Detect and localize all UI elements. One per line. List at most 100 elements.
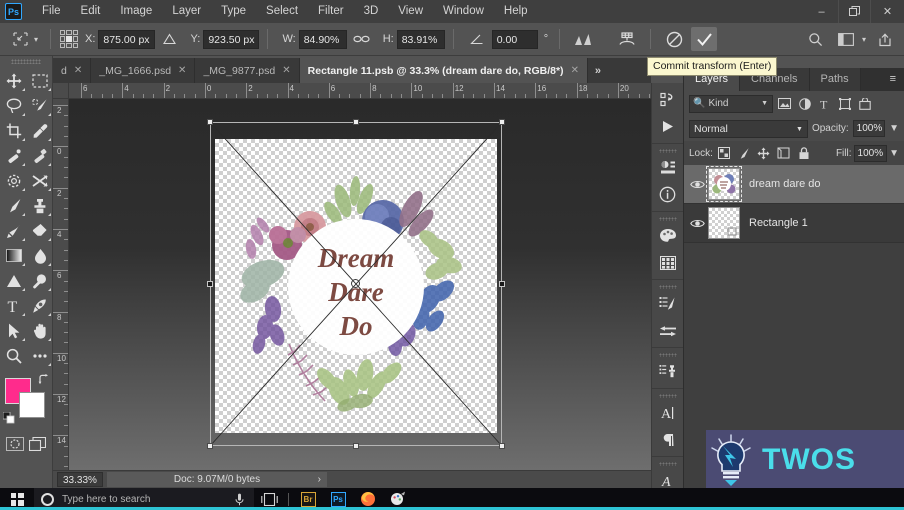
horizontal-ruler[interactable]: 6 4 2 0 2 4 6 8 10 12 14 16 18 20 (69, 83, 651, 99)
filter-shape-layers-icon[interactable] (836, 95, 853, 113)
character-panel-icon[interactable]: A (653, 399, 683, 426)
history-brush-tool[interactable] (1, 218, 27, 243)
x-input[interactable]: 875.00 px (98, 29, 155, 49)
y-input[interactable]: 923.50 px (203, 29, 260, 49)
adjustments-icon[interactable] (653, 154, 683, 181)
menu-type[interactable]: Type (211, 0, 256, 23)
cancel-transform-button[interactable] (661, 27, 687, 51)
switch-warp-button[interactable] (614, 27, 640, 51)
dock-grip[interactable] (658, 217, 677, 221)
tab-overflow-button[interactable]: » (588, 58, 608, 83)
spot-healing-brush-tool[interactable] (1, 143, 27, 168)
menu-select[interactable]: Select (256, 0, 308, 23)
screen-mode-icon[interactable] (26, 434, 48, 454)
blur-tool[interactable] (27, 243, 53, 268)
document-info[interactable]: Doc: 9.07M/0 bytes › (107, 472, 327, 487)
ref-cell[interactable] (66, 42, 72, 48)
close-button[interactable]: ✕ (871, 0, 904, 23)
ref-cell-center[interactable] (66, 36, 72, 42)
filter-kind-select[interactable]: 🔍 Kind ▼ (689, 94, 773, 113)
zoom-level-input[interactable]: 33.33% (57, 472, 103, 487)
dock-grip[interactable] (658, 149, 677, 153)
shuffle-tool[interactable] (27, 168, 53, 193)
paragraph-panel-icon[interactable] (653, 426, 683, 453)
ref-cell[interactable] (60, 42, 66, 48)
brush-presets-icon[interactable] (653, 317, 683, 344)
panel-menu-icon[interactable]: ≡ (886, 68, 900, 91)
chevron-down-icon[interactable]: ▼ (796, 121, 803, 138)
ruler-origin-corner[interactable] (53, 83, 69, 99)
ref-cell[interactable] (60, 36, 66, 42)
path-selection-tool[interactable] (1, 318, 27, 343)
default-colors-icon[interactable] (3, 412, 15, 424)
tab-close-icon[interactable]: ✕ (571, 65, 579, 76)
rectangular-marquee-tool[interactable] (27, 68, 53, 93)
clone-stamp-tool[interactable] (27, 193, 53, 218)
brush-settings-icon[interactable] (653, 290, 683, 317)
active-tool-icon[interactable] (7, 28, 33, 50)
quick-selection-tool[interactable] (27, 93, 53, 118)
swatches-icon[interactable] (653, 249, 683, 276)
swap-colors-icon[interactable] (38, 374, 49, 385)
ref-cell[interactable] (72, 36, 79, 42)
eyedropper-tool[interactable] (27, 118, 53, 143)
opacity-chevron-down-icon[interactable]: ▼ (889, 123, 899, 134)
lock-artboard-nesting-icon[interactable] (775, 144, 793, 162)
maintain-aspect-ratio-button[interactable] (349, 27, 375, 51)
frame-tool[interactable] (1, 168, 27, 193)
quick-mask-icon[interactable] (4, 434, 26, 454)
color-palette-icon[interactable] (653, 222, 683, 249)
document-tab-mg-1666[interactable]: _MG_1666.psd ✕ (91, 58, 196, 83)
filter-smart-object-icon[interactable] (856, 95, 873, 113)
fill-chevron-down-icon[interactable]: ▼ (889, 148, 899, 159)
restore-button[interactable] (838, 0, 871, 23)
document-tab-mg-9877[interactable]: _MG_9877.psd ✕ (195, 58, 300, 83)
menu-3d[interactable]: 3D (354, 0, 389, 23)
filter-adjustment-layers-icon[interactable] (796, 95, 813, 113)
lock-transparent-pixels-icon[interactable] (715, 144, 733, 162)
dodge-tool[interactable] (1, 268, 27, 293)
search-button[interactable] (803, 28, 829, 52)
share-button[interactable] (872, 28, 898, 52)
filter-pixel-layers-icon[interactable] (776, 95, 793, 113)
canvas-area[interactable]: Dream Dare Do (69, 99, 651, 470)
dock-grip[interactable] (658, 353, 677, 357)
workspace-switcher-button[interactable] (833, 28, 859, 52)
info-icon[interactable] (653, 181, 683, 208)
actions-play-icon[interactable] (653, 113, 683, 140)
crop-tool[interactable] (1, 118, 27, 143)
zoom-tool[interactable] (1, 343, 27, 368)
lock-all-icon[interactable] (795, 144, 813, 162)
menu-filter[interactable]: Filter (308, 0, 354, 23)
angle-input[interactable]: 0.00 (491, 29, 538, 49)
commit-transform-button[interactable] (691, 27, 718, 51)
reference-point-locator[interactable] (59, 29, 79, 49)
edit-toolbar-tool[interactable] (27, 343, 53, 368)
tool-preset-chevron-down-icon[interactable]: ▾ (34, 35, 38, 44)
patch-tool[interactable] (27, 143, 53, 168)
cortana-circle-icon[interactable] (41, 492, 54, 506)
pen-tool[interactable] (27, 293, 53, 318)
tab-paths[interactable]: Paths (809, 68, 861, 91)
menu-edit[interactable]: Edit (71, 0, 111, 23)
warp-mode-button[interactable] (570, 27, 596, 51)
dock-grip[interactable] (658, 462, 677, 466)
relative-position-icon[interactable] (157, 27, 183, 51)
menu-file[interactable]: File (32, 0, 71, 23)
doc-info-expand-icon[interactable]: › (318, 472, 321, 487)
layer-name[interactable]: dream dare do (749, 178, 821, 190)
eraser-tool[interactable] (27, 218, 53, 243)
fill-value[interactable]: 100% (853, 144, 888, 162)
menu-image[interactable]: Image (110, 0, 162, 23)
chevron-down-icon[interactable]: ▼ (761, 95, 768, 112)
menu-layer[interactable]: Layer (162, 0, 211, 23)
ref-cell[interactable] (72, 42, 79, 48)
layer-thumbnail-floral[interactable] (706, 166, 742, 202)
microphone-icon[interactable] (235, 493, 244, 506)
menu-view[interactable]: View (388, 0, 433, 23)
vertical-ruler[interactable]: 20246810121416 (53, 99, 69, 470)
burn-tool[interactable] (27, 268, 53, 293)
opacity-value[interactable]: 100% (852, 120, 886, 137)
lock-position-icon[interactable] (755, 144, 773, 162)
type-tool[interactable]: T (1, 293, 27, 318)
